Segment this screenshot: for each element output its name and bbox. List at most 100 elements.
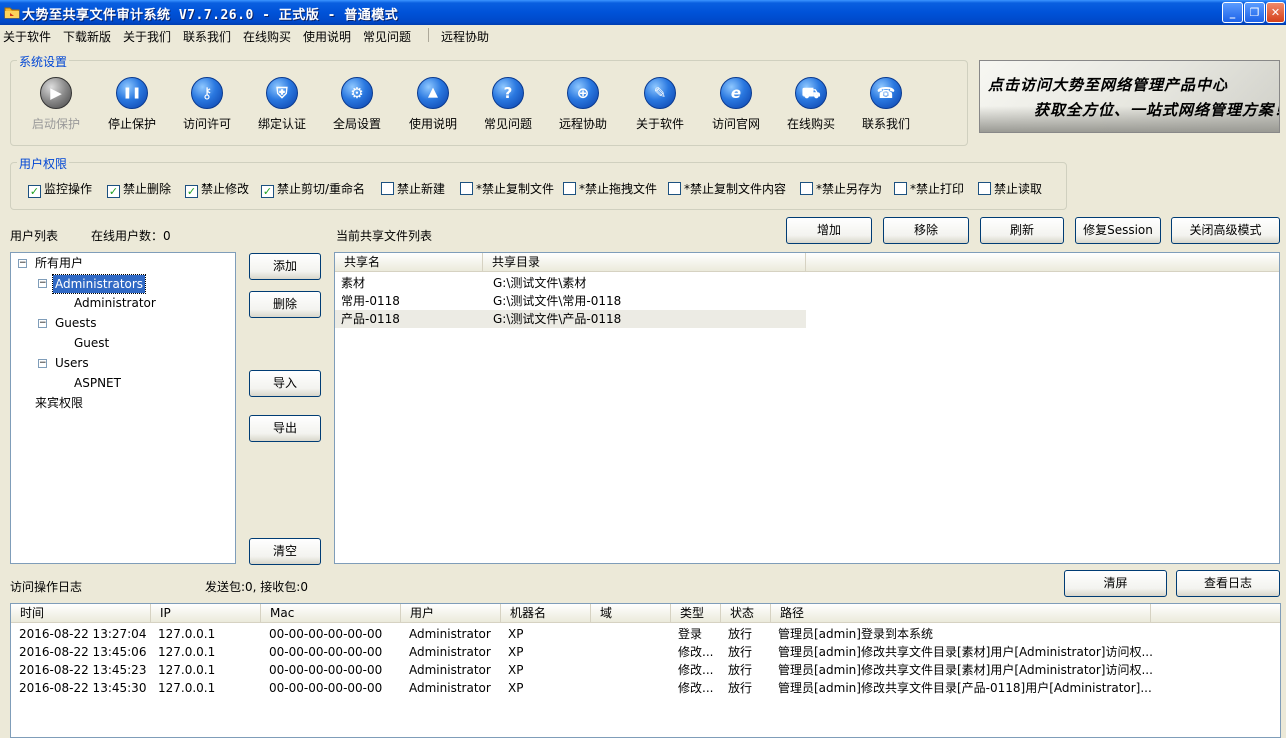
checkbox-icon (978, 182, 991, 195)
perm-no-save-as[interactable]: *禁止另存为 (800, 180, 882, 197)
title-bar[interactable]: 大势至共享文件审计系统 V7.7.26.0 - 正式版 - 普通模式 _ ❐ ✕ (0, 0, 1286, 25)
fix-session-button[interactable]: 修复Session (1075, 217, 1161, 244)
user-list-title: 用户列表 (10, 229, 59, 243)
banner-line1: 点击访问大势至网络管理产品中心 (988, 76, 1229, 94)
tree-user-aspnet[interactable]: ASPNET (74, 374, 121, 392)
tree-user-administrator[interactable]: Administrator (74, 294, 156, 312)
user-tree[interactable]: − 所有用户 − Administrators Administrator − … (10, 252, 236, 564)
user-import-button[interactable]: 导入 (249, 370, 321, 397)
close-button[interactable]: ✕ (1266, 2, 1285, 23)
user-delete-button[interactable]: 删除 (249, 291, 321, 318)
window-title: 大势至共享文件审计系统 V7.7.26.0 - 正式版 - 普通模式 (22, 8, 399, 23)
faq-button[interactable]: ? 常见问题 (473, 77, 543, 132)
checkbox-icon (800, 182, 813, 195)
checkbox-icon (668, 182, 681, 195)
phone-icon: ☎ (870, 77, 902, 109)
perm-no-print[interactable]: *禁止打印 (894, 180, 964, 197)
product-center-banner[interactable]: 点击访问大势至网络管理产品中心 获取全方位、一站式网络管理方案！ (979, 60, 1280, 133)
col-status[interactable]: 状态 (721, 604, 771, 623)
perm-no-modify[interactable]: ✓ 禁止修改 (185, 180, 249, 198)
perm-no-copy-content[interactable]: *禁止复制文件内容 (668, 180, 786, 197)
collapse-icon[interactable]: − (38, 279, 47, 288)
system-settings-title: 系统设置 (17, 53, 70, 70)
menu-manual[interactable]: 使用说明 (303, 28, 351, 45)
start-protect-button[interactable]: ▶ 启动保护 (21, 77, 91, 132)
view-log-button[interactable]: 查看日志 (1176, 570, 1280, 597)
table-row[interactable]: 常用-0118 G:\测试文件\常用-0118 (335, 292, 806, 310)
tree-group-users[interactable]: Users (55, 354, 89, 372)
bind-auth-button[interactable]: ⛨ 绑定认证 (247, 77, 317, 132)
key-icon: ⚷ (191, 77, 223, 109)
menu-contact[interactable]: 联系我们 (183, 28, 231, 45)
menu-bar: 关于软件 下载新版 关于我们 联系我们 在线购买 使用说明 常见问题 远程协助 (0, 25, 1286, 45)
help-icon: ? (492, 77, 524, 109)
remote-assist-button[interactable]: ⊕ 远程协助 (548, 77, 618, 132)
menu-about-software[interactable]: 关于软件 (3, 28, 51, 45)
about-software-button[interactable]: ✎ 关于软件 (625, 77, 695, 132)
tree-group-guests[interactable]: Guests (55, 314, 97, 332)
collapse-icon[interactable]: − (38, 319, 47, 328)
global-settings-button[interactable]: ⚙ 全局设置 (322, 77, 392, 132)
menu-buy[interactable]: 在线购买 (243, 28, 291, 45)
share-remove-button[interactable]: 移除 (883, 217, 969, 244)
close-advanced-mode-button[interactable]: 关闭高级模式 (1171, 217, 1280, 244)
col-time[interactable]: 时间 (11, 604, 151, 623)
menu-about-us[interactable]: 关于我们 (123, 28, 171, 45)
tree-user-guest[interactable]: Guest (74, 334, 109, 352)
checkbox-checked-icon: ✓ (261, 185, 274, 198)
contact-us-button[interactable]: ☎ 联系我们 (851, 77, 921, 132)
menu-download[interactable]: 下载新版 (63, 28, 111, 45)
perm-no-cut-rename[interactable]: ✓ 禁止剪切/重命名 (261, 180, 365, 198)
perm-monitor[interactable]: ✓ 监控操作 (28, 180, 92, 198)
perm-no-create[interactable]: 禁止新建 (381, 180, 445, 197)
document-icon: ✎ (644, 77, 676, 109)
perm-no-delete[interactable]: ✓ 禁止删除 (107, 180, 171, 198)
access-permit-button[interactable]: ⚷ 访问许可 (172, 77, 242, 132)
checkbox-icon (381, 182, 394, 195)
user-export-button[interactable]: 导出 (249, 415, 321, 442)
col-path[interactable]: 路径 (771, 604, 1151, 623)
col-share-name[interactable]: 共享名 (335, 253, 483, 272)
share-list[interactable]: 共享名 共享目录 素材 G:\测试文件\素材 常用-0118 G:\测试文件\常… (334, 252, 1280, 564)
share-refresh-button[interactable]: 刷新 (980, 217, 1064, 244)
table-row[interactable]: 产品-0118 G:\测试文件\产品-0118 (335, 310, 806, 328)
clear-screen-button[interactable]: 清屏 (1064, 570, 1167, 597)
tree-group-administrators[interactable]: Administrators (51, 274, 147, 294)
perm-no-copy-file[interactable]: *禁止复制文件 (460, 180, 554, 197)
minimize-button[interactable]: _ (1222, 2, 1243, 23)
perm-no-drag-file[interactable]: *禁止拖拽文件 (563, 180, 657, 197)
collapse-icon[interactable]: − (18, 259, 27, 268)
manual-button[interactable]: ▲ 使用说明 (398, 77, 468, 132)
menu-faq[interactable]: 常见问题 (363, 28, 411, 45)
user-clear-button[interactable]: 清空 (249, 538, 321, 565)
col-domain[interactable]: 域 (591, 604, 671, 623)
table-row[interactable]: 2016-08-22 13:27:04 127.0.0.1 00-00-00-0… (11, 625, 1280, 643)
visit-website-button[interactable]: e 访问官网 (701, 77, 771, 132)
share-add-button[interactable]: 增加 (786, 217, 872, 244)
user-add-button[interactable]: 添加 (249, 253, 321, 280)
app-folder-icon (4, 7, 20, 19)
perm-no-read[interactable]: 禁止读取 (978, 180, 1042, 197)
col-share-dir[interactable]: 共享目录 (483, 253, 806, 272)
col-type[interactable]: 类型 (671, 604, 721, 623)
access-log-list[interactable]: 时间 IP Mac 用户 机器名 域 类型 状态 路径 2016-08-22 1… (10, 603, 1281, 738)
collapse-icon[interactable]: − (38, 359, 47, 368)
tree-all-users[interactable]: 所有用户 (35, 254, 83, 272)
pause-icon: ❚❚ (116, 77, 148, 109)
table-row[interactable]: 2016-08-22 13:45:06 127.0.0.1 00-00-00-0… (11, 643, 1280, 661)
col-mac[interactable]: Mac (261, 604, 401, 623)
col-ip[interactable]: IP (151, 604, 261, 623)
banner-line2: 获取全方位、一站式网络管理方案！ (1034, 101, 1280, 119)
cart-icon: ⛟ (795, 77, 827, 109)
restore-button[interactable]: ❐ (1244, 2, 1265, 23)
stop-protect-button[interactable]: ❚❚ 停止保护 (97, 77, 167, 132)
buy-online-button[interactable]: ⛟ 在线购买 (776, 77, 846, 132)
table-row[interactable]: 素材 G:\测试文件\素材 (335, 274, 806, 292)
table-row[interactable]: 2016-08-22 13:45:23 127.0.0.1 00-00-00-0… (11, 661, 1280, 679)
tree-guest-rights[interactable]: 来宾权限 (35, 394, 83, 412)
table-row[interactable]: 2016-08-22 13:45:30 127.0.0.1 00-00-00-0… (11, 679, 1280, 697)
gear-icon: ⚙ (341, 77, 373, 109)
col-machine[interactable]: 机器名 (501, 604, 591, 623)
col-user[interactable]: 用户 (401, 604, 501, 623)
menu-remote[interactable]: 远程协助 (441, 28, 489, 45)
